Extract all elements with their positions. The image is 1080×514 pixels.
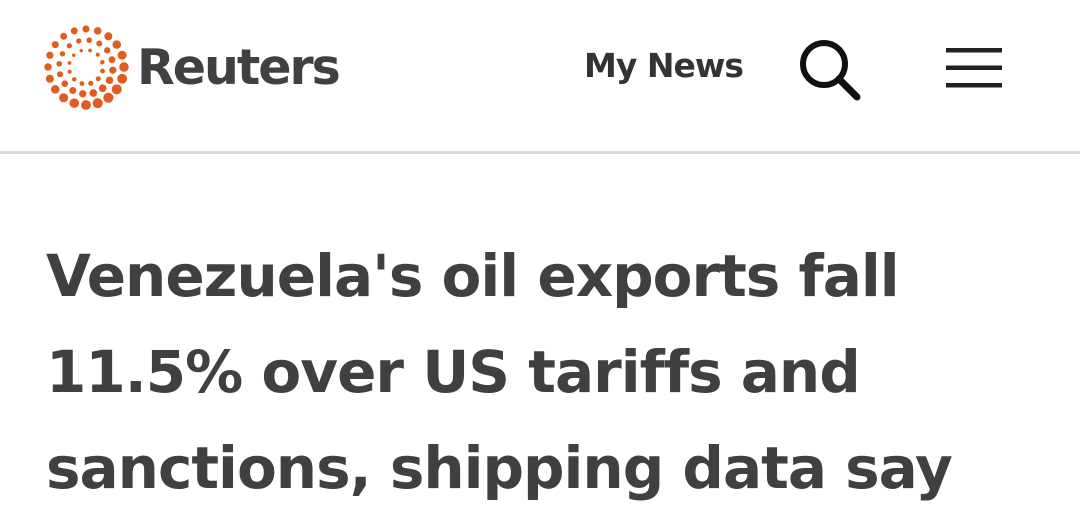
logo-dot bbox=[82, 25, 90, 33]
header-divider bbox=[0, 151, 1080, 154]
logo-dot bbox=[88, 80, 94, 86]
search-icon bbox=[800, 40, 861, 101]
article-headline[interactable]: Venezuela's oil exports fall 11.5% over … bbox=[46, 228, 1056, 514]
logo-dot bbox=[104, 32, 113, 41]
logo-dot bbox=[98, 84, 107, 93]
logo-dot bbox=[100, 68, 105, 74]
logo-dot bbox=[61, 80, 69, 87]
logo-dot bbox=[69, 98, 80, 108]
reuters-logo-link[interactable]: Reuters bbox=[42, 22, 341, 112]
logo-dot bbox=[96, 40, 103, 47]
logo-dot bbox=[88, 48, 92, 53]
logo-dot bbox=[46, 51, 54, 59]
reuters-logo-icon bbox=[44, 25, 129, 110]
logo-dot bbox=[104, 47, 111, 54]
logo-dot bbox=[59, 93, 69, 103]
logo-dot bbox=[95, 76, 101, 82]
site-header: Reuters My News bbox=[0, 0, 1080, 151]
logo-dot bbox=[119, 62, 129, 72]
menu-button[interactable] bbox=[942, 40, 1006, 96]
logo-dot bbox=[95, 52, 100, 57]
logo-dot bbox=[89, 89, 98, 97]
logo-dot bbox=[69, 87, 77, 95]
logo-dot bbox=[92, 98, 103, 109]
logo-dot bbox=[117, 73, 128, 84]
logo-dot bbox=[108, 56, 116, 64]
logo-dot bbox=[79, 90, 87, 98]
logo-dot bbox=[45, 74, 54, 83]
logo-dot bbox=[71, 53, 76, 57]
logo-dot bbox=[103, 92, 114, 103]
logo-dot bbox=[111, 84, 122, 95]
logo-dot bbox=[51, 41, 59, 49]
logo-dot bbox=[72, 77, 77, 82]
logo-dot bbox=[93, 27, 102, 35]
logo-dot bbox=[44, 63, 52, 71]
logo-dot bbox=[70, 27, 78, 35]
search-button[interactable] bbox=[794, 34, 866, 106]
logo-dot bbox=[105, 76, 114, 85]
logo-dot bbox=[50, 85, 60, 94]
logo-dot bbox=[66, 43, 72, 49]
logo-dot bbox=[112, 40, 121, 49]
logo-dot bbox=[67, 69, 72, 74]
logo-dot bbox=[56, 60, 63, 67]
logo-dot bbox=[76, 38, 82, 44]
logo-dot bbox=[67, 61, 72, 65]
logo-dot bbox=[81, 100, 91, 110]
logo-dot bbox=[60, 32, 68, 40]
logo-dot bbox=[59, 51, 66, 57]
logo-dot bbox=[117, 50, 127, 60]
logo-dot bbox=[79, 81, 85, 86]
logo-dot bbox=[109, 66, 117, 74]
logo-dot bbox=[100, 59, 105, 65]
logo-dot bbox=[86, 37, 93, 43]
my-news-link[interactable]: My News bbox=[584, 46, 744, 86]
logo-dot bbox=[79, 48, 83, 53]
logo-dot bbox=[56, 71, 64, 78]
reuters-logo-text: Reuters bbox=[137, 38, 341, 96]
hamburger-menu-icon bbox=[946, 48, 1002, 88]
